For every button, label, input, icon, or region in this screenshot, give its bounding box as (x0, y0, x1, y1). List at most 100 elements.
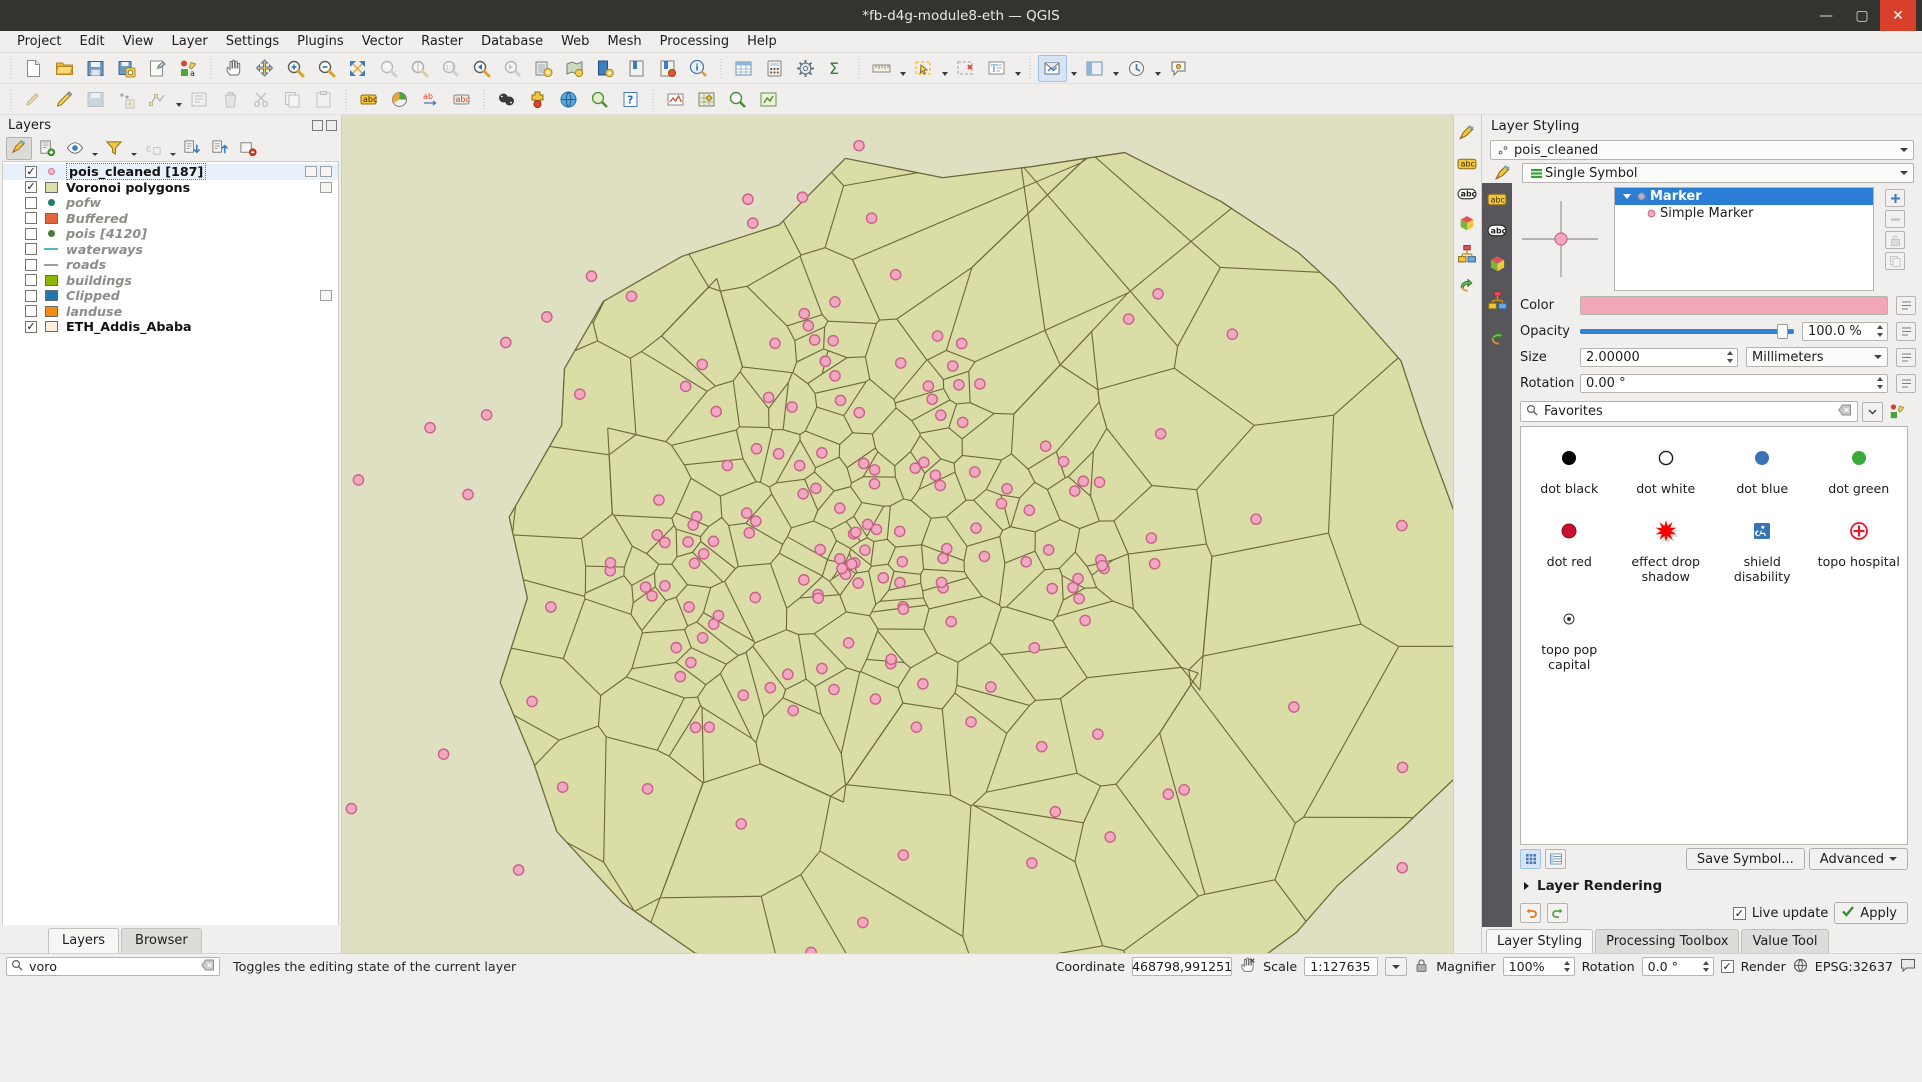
symbol-layer-tree[interactable]: Marker Simple Marker (1614, 187, 1874, 291)
symbol-gallery-item[interactable]: shield disability (1714, 514, 1811, 584)
visibility-dropdown-arrow[interactable] (90, 137, 99, 160)
style-manager-icon[interactable]: a (174, 55, 203, 82)
symbol-search-input[interactable]: Favorites (1520, 401, 1858, 422)
tab-browser[interactable]: Browser (121, 928, 202, 953)
zoom-next-icon[interactable] (498, 55, 527, 82)
layer-visibility-checkbox[interactable] (25, 212, 37, 225)
zoom-full-icon[interactable] (343, 55, 372, 82)
expression-filter-button[interactable]: ε (140, 137, 166, 160)
rotation-data-defined-button[interactable] (1896, 373, 1916, 393)
undo-redo-icon[interactable] (1454, 271, 1480, 297)
coordinate-capture-icon[interactable] (1239, 957, 1256, 977)
opacity-slider[interactable] (1580, 322, 1794, 341)
symbol-gallery-item[interactable]: dot white (1618, 441, 1715, 496)
diagrams-tab-icon[interactable] (1487, 290, 1508, 315)
undo-styling-button[interactable] (1520, 903, 1541, 923)
collapse-all-button[interactable] (207, 137, 233, 160)
opacity-value-field[interactable]: 100.0 % (1802, 321, 1888, 341)
scale-field[interactable]: 1:127635 (1304, 957, 1379, 976)
processing-toolbox-icon[interactable] (791, 55, 820, 82)
open-layer-styling-panel-icon[interactable] (1080, 55, 1109, 82)
select-dropdown-arrow[interactable] (939, 55, 950, 82)
layer-tree-item[interactable]: roads (3, 257, 338, 273)
select-by-expression-icon[interactable]: T (982, 55, 1011, 82)
vertex-tool-dropdown-arrow[interactable] (173, 86, 184, 113)
pan-to-selection-icon[interactable] (250, 55, 279, 82)
layer-tree-item[interactable]: Clipped (3, 288, 338, 304)
copy-features-icon[interactable] (278, 86, 307, 113)
layer-tree-item[interactable]: Voronoi polygons (3, 180, 338, 196)
new-3d-map-view-icon[interactable] (591, 55, 620, 82)
current-edits-icon[interactable] (19, 86, 48, 113)
new-project-icon[interactable] (19, 55, 48, 82)
statistical-summary-icon[interactable]: Σ (822, 55, 851, 82)
identify-features-icon[interactable]: i (684, 55, 713, 82)
open-layer-styling-panel-button[interactable] (6, 136, 32, 160)
size-unit-chevron-down-icon[interactable] (1874, 355, 1882, 359)
map-rotation-spinner-arrows[interactable] (1701, 959, 1711, 974)
zoom-native-icon[interactable]: 1:1 (436, 55, 465, 82)
symbol-tree-row-marker[interactable]: Marker (1615, 188, 1873, 205)
magnifier-field[interactable]: 100% (1502, 957, 1575, 976)
expand-caret-icon[interactable] (1621, 194, 1633, 199)
deselect-features-icon[interactable] (951, 55, 980, 82)
magnifier-spinner-arrows[interactable] (1562, 959, 1572, 974)
menu-item-processing[interactable]: Processing (651, 32, 738, 51)
symbol-search-dropdown-button[interactable] (1862, 401, 1883, 422)
new-bookmark-icon[interactable] (653, 55, 682, 82)
label-tool-white-icon[interactable]: abc (1454, 181, 1480, 207)
toggle-editing-icon[interactable] (50, 86, 79, 113)
icon-view-button[interactable] (1520, 849, 1541, 869)
map-rotation-field[interactable]: 0.0 ° (1641, 957, 1714, 976)
opacity-slider-knob[interactable] (1777, 323, 1788, 339)
3d-view-tab-icon[interactable] (1487, 254, 1508, 279)
measure-line-icon[interactable] (867, 55, 896, 82)
vertex-tool-icon[interactable] (143, 86, 172, 113)
3d-view-icon[interactable] (1454, 211, 1480, 237)
clear-locator-icon[interactable] (201, 959, 215, 974)
toolbar-handle[interactable] (7, 57, 15, 79)
advanced-button[interactable]: Advanced (1808, 848, 1908, 870)
layer-visibility-checkbox[interactable] (25, 274, 37, 287)
manage-layer-visibility-button[interactable] (62, 137, 88, 160)
coordinate-field[interactable]: 468798,991251 (1132, 957, 1232, 976)
style-manager-open-button[interactable] (1887, 402, 1908, 422)
expand-all-button[interactable] (179, 137, 205, 160)
new-map-view-icon[interactable] (560, 55, 589, 82)
layer-visibility-checkbox[interactable] (25, 258, 37, 271)
layer-styling-toggle-icon[interactable] (1454, 121, 1480, 147)
layer-tree-item[interactable]: waterways (3, 242, 338, 258)
crs-globe-icon[interactable] (1793, 958, 1808, 976)
zoom-in-icon[interactable] (281, 55, 310, 82)
add-symbol-layer-button[interactable] (1885, 189, 1905, 207)
layer-tree-item[interactable]: landuse (3, 304, 338, 320)
layer-tree-item[interactable]: pofw (3, 195, 338, 211)
delete-selected-icon[interactable] (216, 86, 245, 113)
color-data-defined-button[interactable] (1896, 295, 1916, 315)
close-panel-button[interactable] (326, 119, 337, 131)
measure-dropdown-arrow[interactable] (897, 55, 908, 82)
tab-processing-toolbox[interactable]: Processing Toolbox (1595, 929, 1740, 953)
select-features-icon[interactable] (909, 55, 938, 82)
renderer-combo-chevron-down-icon[interactable] (1900, 171, 1908, 175)
new-print-layout-icon[interactable] (143, 55, 172, 82)
label-tool-yellow-icon[interactable]: abc (1454, 151, 1480, 177)
layer-edit-indicator[interactable] (320, 290, 332, 302)
symbol-gallery-item[interactable]: dot green (1811, 441, 1908, 496)
help-contents-icon[interactable]: ? (616, 86, 645, 113)
labels-tab-icon[interactable]: abc (1487, 192, 1507, 212)
layer-rendering-section[interactable]: Layer Rendering (1512, 873, 1916, 899)
tab-layer-styling[interactable]: Layer Styling (1486, 929, 1594, 953)
layer-tree[interactable]: pois_cleaned [187]Voronoi polygonspofwBu… (2, 161, 339, 925)
pan-map-icon[interactable] (219, 55, 248, 82)
live-update-checkbox[interactable] (1732, 906, 1746, 920)
layer-visibility-checkbox[interactable] (25, 196, 37, 209)
paste-features-icon[interactable] (309, 86, 338, 113)
locator-search-input[interactable]: voro (6, 957, 220, 976)
temporal-dropdown-arrow[interactable] (1152, 55, 1163, 82)
open-attribute-table-icon[interactable] (729, 55, 758, 82)
rotation-field[interactable]: 0.00 ° (1580, 373, 1888, 393)
zoom-to-selection-icon[interactable] (374, 55, 403, 82)
layer-visibility-checkbox[interactable] (25, 227, 37, 240)
add-group-button[interactable] (34, 137, 60, 160)
